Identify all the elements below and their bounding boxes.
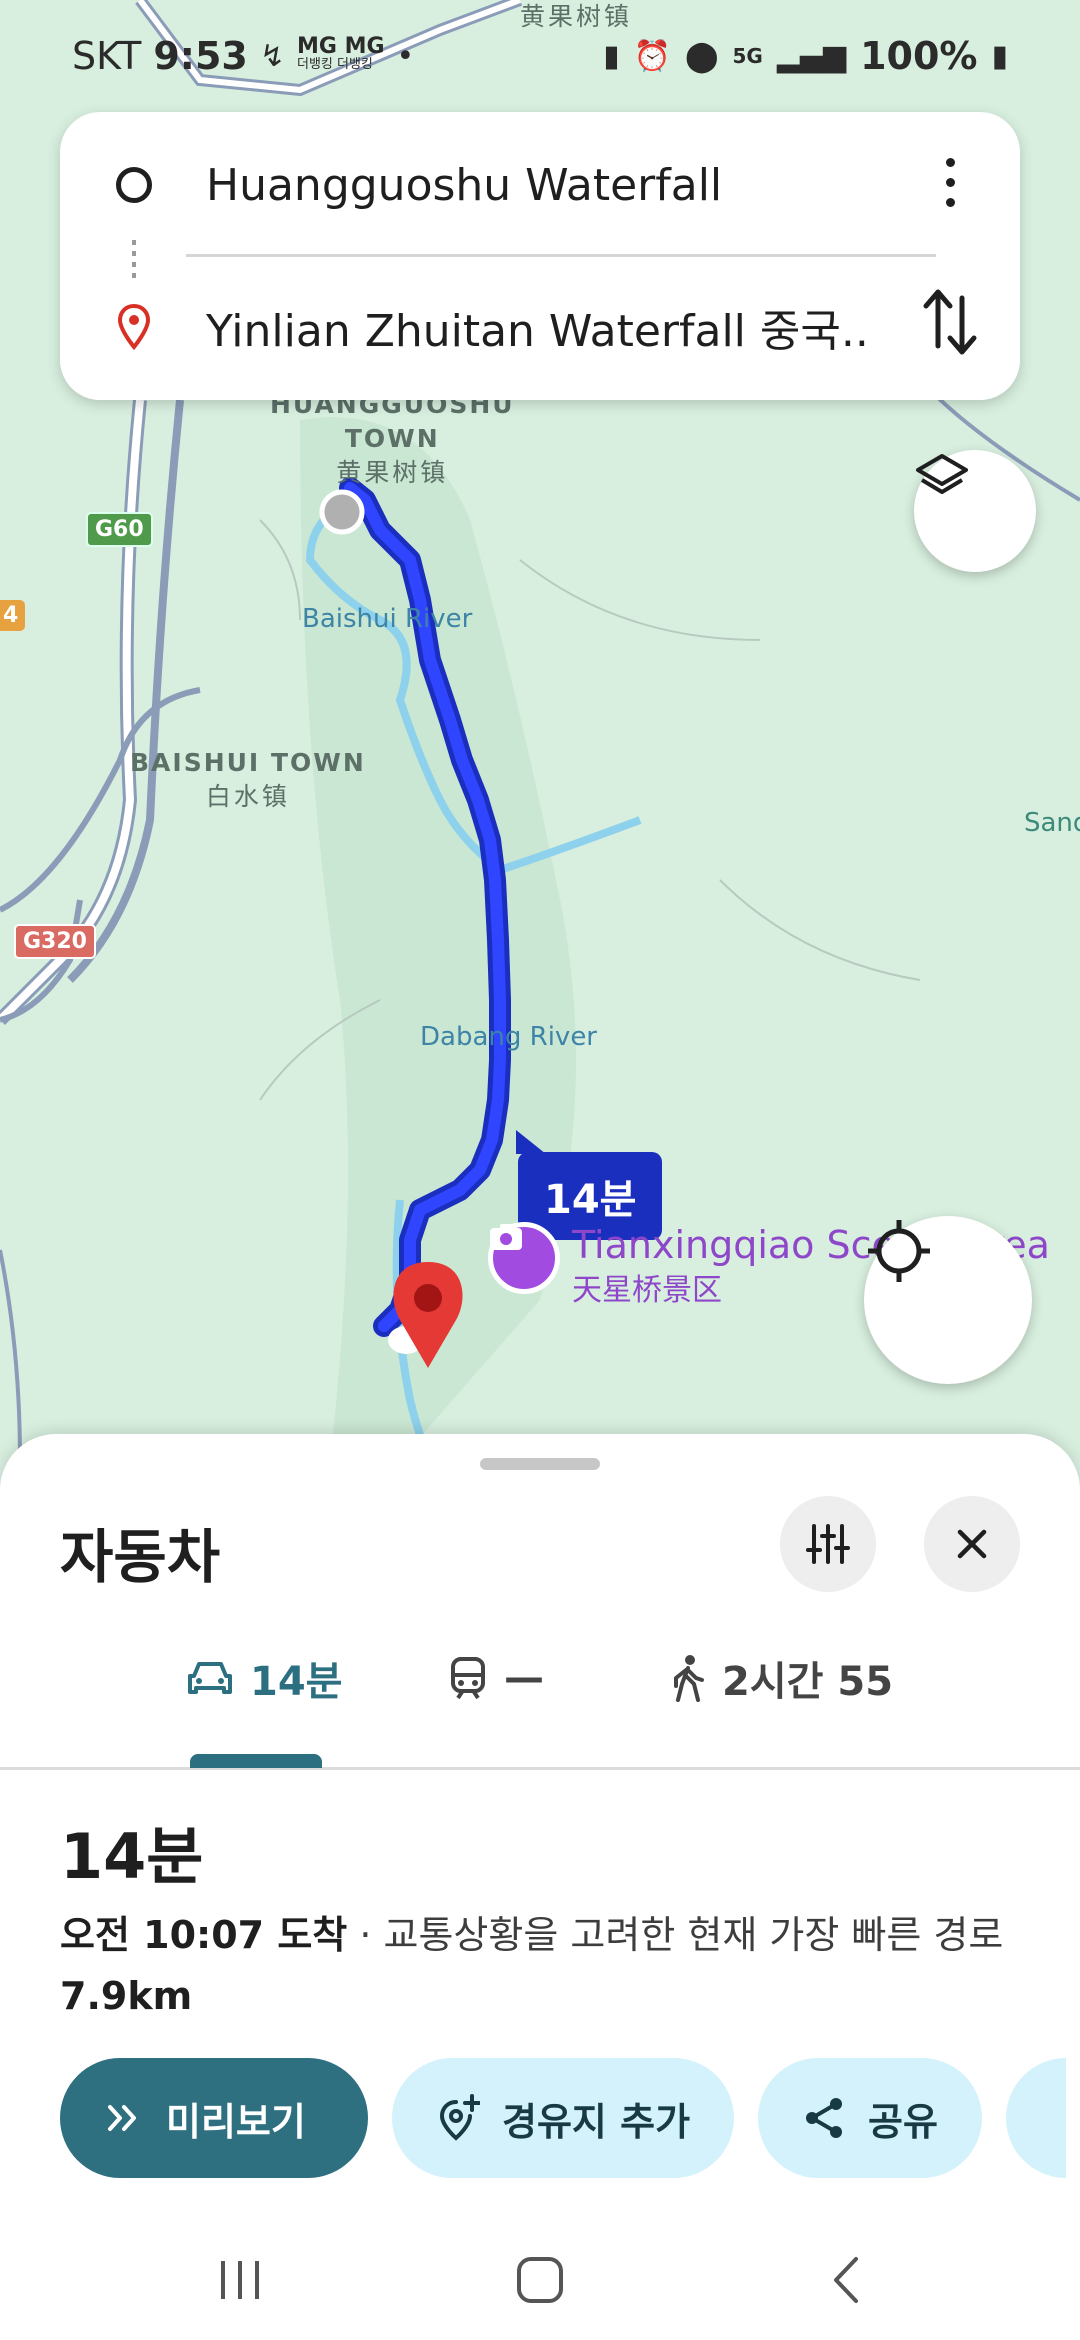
- layers-icon: [916, 454, 968, 494]
- map-label-huangguoshu: HUANGGUOSHU TOWN 黄果树镇: [270, 390, 515, 487]
- battery-percent: 100%: [860, 34, 978, 78]
- more-options-button[interactable]: [930, 152, 970, 212]
- origin-marker: [319, 489, 365, 535]
- crosshair-icon: [868, 1220, 930, 1282]
- tab-transit-label: —: [504, 1655, 544, 1701]
- tab-transit[interactable]: —: [448, 1628, 544, 1728]
- recents-icon: [221, 2261, 259, 2299]
- directions-card: Huangguoshu Waterfall Yinlian Zhuitan Wa…: [60, 112, 1020, 400]
- signal-icon: ▂▄▆: [776, 38, 847, 74]
- route-arrival: 오전 10:07 도착 · 교통상황을 고려한 현재 가장 빠른 경로: [60, 1904, 1003, 1959]
- route-duration: 14분: [60, 1820, 204, 1893]
- swap-vert-icon: [923, 289, 977, 355]
- back-button[interactable]: [806, 2240, 886, 2320]
- add-stop-label: 경유지 추가: [502, 2099, 691, 2144]
- swap-button[interactable]: [920, 282, 980, 362]
- home-button[interactable]: [500, 2240, 580, 2320]
- share-label: 공유: [868, 2099, 938, 2144]
- network-type: 5G: [732, 44, 763, 68]
- my-location-button[interactable]: [864, 1216, 1032, 1384]
- close-button[interactable]: [924, 1496, 1020, 1592]
- road-shield-g320: G320: [14, 924, 96, 959]
- tab-walking[interactable]: 2시간 55: [670, 1628, 893, 1728]
- preview-button[interactable]: 미리보기: [60, 2058, 368, 2178]
- carrier: SKT: [72, 34, 142, 78]
- car-icon: [188, 1662, 232, 1694]
- preview-label: 미리보기: [166, 2099, 306, 2144]
- route-distance: 7.9km: [60, 1974, 193, 2018]
- active-tab-indicator: [190, 1754, 322, 1768]
- map-label-edge: Sand: [1024, 808, 1080, 838]
- walk-icon: [674, 1655, 704, 1702]
- origin-row[interactable]: Huangguoshu Waterfall: [60, 130, 1020, 240]
- close-icon: [957, 1529, 987, 1559]
- directions-sheet: 자동차 14분 — 2시간 55 14분 오전 10:07 도착 · 교통상황을…: [0, 1434, 1080, 2340]
- add-location-icon: [439, 2094, 480, 2141]
- clock: 9:53: [153, 34, 248, 78]
- alarm-icon: ⏰: [633, 38, 671, 74]
- arrival-time: 오전 10:07 도착: [60, 1913, 348, 1957]
- carrier-badges: MG MG 더뱅킹 더뱅킹: [296, 34, 385, 73]
- notification-dot-icon: •: [396, 38, 415, 74]
- camera-icon: [488, 1222, 560, 1294]
- river-label-dabang: Dabang River: [420, 1022, 597, 1052]
- map-label-baishui: BAISHUI TOWN 白水镇: [130, 748, 366, 811]
- route-description: 교통상황을 고려한 현재 가장 빠른 경로: [383, 1913, 1004, 1957]
- recent-apps-button[interactable]: [200, 2240, 280, 2320]
- home-icon: [517, 2257, 563, 2303]
- status-bar: SKT 9:53 ↯ MG MG 더뱅킹 더뱅킹 • ▮ ⏰ ⬤ 5G ▂▄▆ …: [0, 0, 1080, 112]
- destination-row[interactable]: Yinlian Zhuitan Waterfall 중국...: [60, 272, 1020, 382]
- layers-button[interactable]: [914, 450, 1036, 572]
- origin-circle-icon: [116, 167, 152, 203]
- divider: [186, 254, 936, 257]
- route-options-button[interactable]: [780, 1496, 876, 1592]
- system-nav-bar: [0, 2220, 1080, 2340]
- add-stop-button[interactable]: 경유지 추가: [392, 2058, 735, 2178]
- tune-icon: [806, 1524, 850, 1564]
- travel-mode-tabs: 14분 — 2시간 55: [0, 1628, 1080, 1770]
- tab-walking-label: 2시간 55: [722, 1659, 894, 1705]
- tab-driving[interactable]: 14분: [186, 1628, 342, 1728]
- road-shield-g60: G60: [86, 512, 153, 547]
- back-icon: [834, 2257, 858, 2303]
- battery-icon: ▮: [991, 38, 1008, 74]
- share-button[interactable]: 공유: [758, 2058, 982, 2178]
- destination-field[interactable]: Yinlian Zhuitan Waterfall 중국...: [206, 295, 866, 359]
- destination-pin-outline-icon: [117, 303, 151, 351]
- battery-saver-icon: ▮: [603, 38, 620, 74]
- share-icon: [806, 2098, 843, 2138]
- more-actions-chip[interactable]: [1005, 2058, 1066, 2178]
- origin-field[interactable]: Huangguoshu Waterfall: [206, 160, 722, 211]
- sheet-title: 자동차: [60, 1523, 221, 1591]
- road-shield-edge: 4: [0, 600, 26, 631]
- location-icon: ⬤: [684, 38, 719, 74]
- volte-icon: ↯: [259, 38, 285, 74]
- river-label-baishui: Baishui River: [302, 604, 473, 634]
- double-chevron-icon: [108, 2105, 136, 2131]
- sheet-drag-handle[interactable]: [480, 1458, 600, 1470]
- train-icon: [451, 1657, 485, 1700]
- action-chips: 미리보기 경유지 추가 공유: [60, 2058, 1066, 2178]
- arrival-separator: ·: [347, 1913, 384, 1957]
- tab-driving-label: 14분: [250, 1659, 343, 1705]
- more-vert-icon: [945, 157, 955, 167]
